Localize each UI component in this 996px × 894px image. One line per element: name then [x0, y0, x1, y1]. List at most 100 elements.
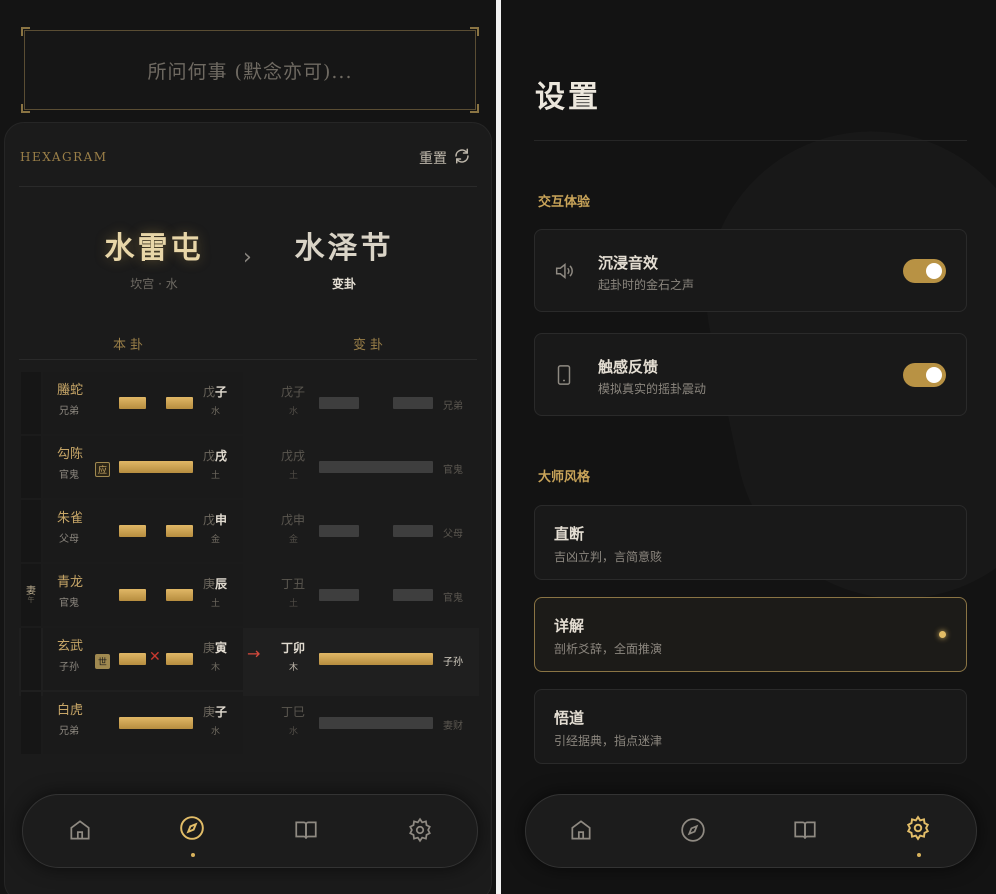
branch-char: 子: [215, 385, 228, 399]
style-option[interactable]: 悟道引经据典，指点迷津: [534, 689, 967, 764]
changed-relation: 妻财: [443, 721, 463, 732]
changed-branch-char: 子: [293, 385, 306, 399]
phone-icon: [553, 363, 575, 387]
stem-char: 庚: [203, 705, 216, 719]
changed-element-label: 木: [289, 663, 299, 673]
reset-label: 重置: [419, 151, 447, 167]
stem-char: 戊: [203, 513, 216, 527]
style-option-desc: 引经据典，指点迷津: [554, 734, 663, 748]
original-column-header: 本卦: [113, 338, 148, 353]
page-title: 设置: [535, 80, 601, 115]
bottom-nav: [525, 794, 977, 868]
style-option[interactable]: 直断 吉凶立判，言简意赅: [534, 505, 967, 580]
element-label: 水: [211, 407, 221, 417]
haptic-toggle[interactable]: [903, 363, 946, 387]
nav-divination[interactable]: [179, 815, 207, 857]
nav-book[interactable]: [792, 817, 820, 845]
original-line-cell: 朱雀 父母 戊申金: [43, 500, 243, 562]
hexagram-card: HEXAGRAM 重置 水雷屯 坎宫 · 水 › 水泽节 变卦 本卦 变卦 螣蛇…: [4, 122, 492, 894]
changed-stem-char: 戊: [281, 449, 294, 463]
toggle-knob: [926, 367, 942, 383]
branch-label: 戊子: [203, 383, 227, 400]
spirit-beast: 白虎: [57, 703, 84, 718]
changed-relation: 官鬼: [443, 465, 463, 476]
original-line-cell: 青龙 官鬼 庚辰土: [43, 564, 243, 626]
changed-line-cell: 丁巳水 妻财: [269, 692, 479, 754]
side-strip: [21, 372, 41, 434]
changed-branch-label: 丁丑: [281, 575, 305, 592]
style-option[interactable]: 详解 剖析爻辞，全面推演: [534, 597, 967, 672]
position-badge: 应: [95, 462, 110, 477]
changed-hexagram-label: 变卦: [331, 277, 356, 291]
sound-toggle[interactable]: [903, 259, 946, 283]
corner-ornament: [470, 104, 479, 113]
changed-yin-segment: [393, 397, 433, 409]
element-label: 水: [211, 727, 221, 737]
changed-branch-label: 戊申: [281, 511, 305, 528]
branch-label: 庚辰: [203, 575, 227, 592]
changed-relation: 父母: [443, 529, 463, 540]
spirit-beast: 玄武: [57, 639, 84, 654]
corner-ornament: [21, 104, 30, 113]
divider: [534, 140, 967, 141]
gear-icon: [407, 817, 433, 847]
changed-element-label: 金: [289, 535, 299, 545]
changed-branch-char: 丑: [293, 577, 306, 591]
spirit-beast: 勾陈: [57, 447, 84, 462]
side-strip: [21, 436, 41, 498]
book-icon: [293, 821, 319, 847]
changed-branch-label: 丁卯: [281, 639, 305, 656]
stem-char: 庚: [203, 577, 216, 591]
question-input[interactable]: 所问何事 (默念亦可)...: [21, 27, 479, 113]
bottom-nav: [22, 794, 478, 868]
style-option-desc: 剖析爻辞，全面推演: [554, 642, 663, 656]
yao-line-row: 玄武 子孙 世 ✕ 庚寅木 → 丁卯木 子孙: [19, 628, 479, 696]
yin-segment: [119, 397, 146, 409]
yin-segment: [166, 525, 193, 537]
changed-yang-line: [319, 461, 433, 473]
element-label: 金: [211, 535, 221, 545]
changed-relation: 子孙: [443, 657, 463, 668]
spirit-beast: 螣蛇: [57, 383, 84, 398]
changed-stem-char: 戊: [281, 385, 294, 399]
nav-settings[interactable]: [905, 815, 933, 857]
nav-home[interactable]: [568, 817, 596, 845]
style-option-name: 悟道: [554, 709, 585, 727]
original-line-cell: 勾陈 官鬼 应 戊戌土: [43, 436, 243, 498]
changed-relation: 兄弟: [443, 401, 463, 412]
original-line-cell: 白虎 兄弟 庚子水: [43, 692, 243, 754]
gear-icon: [905, 815, 931, 845]
stem-char: 戊: [203, 385, 216, 399]
branch-label: 戊戌: [203, 447, 227, 464]
branch-label: 庚子: [203, 703, 227, 720]
style-option-name: 直断: [554, 525, 585, 543]
home-icon: [568, 820, 594, 847]
yang-line: [119, 461, 193, 473]
branch-char: 子: [215, 705, 228, 719]
haptic-setting: 触感反馈 模拟真实的摇卦震动: [534, 333, 967, 416]
haptic-setting-desc: 模拟真实的摇卦震动: [598, 382, 707, 396]
stem-char: 庚: [203, 641, 216, 655]
arrow-right-icon: →: [247, 644, 261, 663]
active-indicator: [917, 853, 921, 857]
changed-element-label: 土: [289, 471, 299, 481]
side-label: 妻: [26, 585, 36, 597]
settings-screen: 设置 交互体验 沉浸音效 起卦时的金石之声 触感反馈 模拟真实的摇卦震动 大师风…: [501, 0, 996, 894]
element-label: 木: [211, 663, 221, 673]
yin-segment: [119, 525, 146, 537]
changed-yin-segment: [319, 397, 359, 409]
changed-branch-label: 戊子: [281, 383, 305, 400]
changed-branch-label: 丁巳: [281, 703, 305, 720]
nav-settings[interactable]: [407, 817, 435, 845]
yao-line-row: 朱雀 父母 戊申金戊申金父母: [19, 500, 479, 568]
original-hexagram-name: 水雷屯: [104, 231, 204, 266]
changed-branch-label: 戊戌: [281, 447, 305, 464]
changed-yin-segment: [319, 525, 359, 537]
branch-char: 申: [215, 513, 228, 527]
changed-stem-char: 丁: [281, 577, 294, 591]
nav-divination[interactable]: [680, 817, 708, 845]
nav-book[interactable]: [293, 817, 321, 845]
nav-home[interactable]: [67, 817, 95, 845]
line-relation: 子孙: [59, 662, 79, 673]
reset-button[interactable]: 重置: [419, 147, 471, 169]
